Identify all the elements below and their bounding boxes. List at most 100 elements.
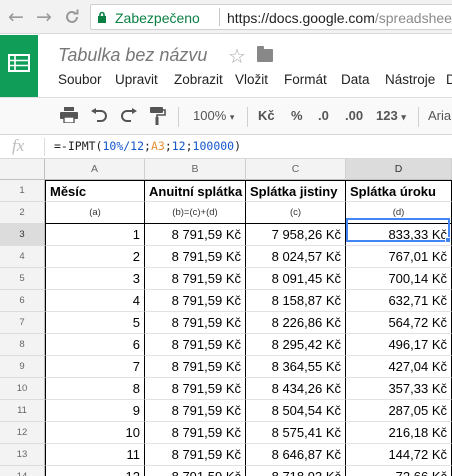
row-header[interactable]: 3 [0,224,45,246]
grid-cell-c5[interactable]: 8 091,45 Kč [246,268,346,290]
grid-cell-d9[interactable]: 427,04 Kč [346,356,452,378]
address-bar[interactable]: Zabezpečeno https://docs.google.com/spre… [90,4,452,30]
grid-cell-c6[interactable]: 8 158,87 Kč [246,290,346,312]
column-header-c[interactable]: C [246,159,346,180]
zoom-select[interactable]: 100% ▾ [193,106,234,127]
grid-cell-b5[interactable]: 8 791,59 Kč [145,268,246,290]
paint-format-button[interactable] [150,107,166,131]
grid-cell-c4[interactable]: 8 024,57 Kč [246,246,346,268]
grid-cell-d7[interactable]: 564,72 Kč [346,312,452,334]
grid-cell-b7[interactable]: 8 791,59 Kč [145,312,246,334]
grid-cell-a7[interactable]: 5 [45,312,145,334]
grid-cell-b4[interactable]: 8 791,59 Kč [145,246,246,268]
menu-more[interactable]: D [446,72,452,87]
row-header[interactable]: 8 [0,334,45,356]
grid-cell-c12[interactable]: 8 575,41 Kč [246,422,346,444]
select-all-corner[interactable] [0,159,45,180]
row-header[interactable]: 9 [0,356,45,378]
menu-file[interactable]: Soubor [58,72,102,87]
star-icon[interactable]: ☆ [228,44,246,68]
grid-cell-d14[interactable]: 72,66 Kč [346,466,452,476]
column-header-a[interactable]: A [45,159,145,180]
grid-cell-d8[interactable]: 496,17 Kč [346,334,452,356]
row-header[interactable]: 12 [0,422,45,444]
font-select[interactable]: Arial [428,106,452,126]
folder-icon[interactable] [257,46,273,62]
grid-cell-a9[interactable]: 7 [45,356,145,378]
grid-cell-b1[interactable]: Anuitní splátka [145,180,246,202]
grid-cell-d11[interactable]: 287,05 Kč [346,400,452,422]
grid-cell-c2[interactable]: (c) [246,202,346,224]
grid-cell-d3[interactable]: 833,33 Kč [346,224,452,246]
menu-data[interactable]: Data [341,72,370,87]
more-formats-button[interactable]: 123 ▾ [376,106,406,127]
currency-format-button[interactable]: Kč [258,106,275,126]
grid-cell-d6[interactable]: 632,71 Kč [346,290,452,312]
menu-insert[interactable]: Vložit [235,72,268,87]
increase-decimals-button[interactable]: .00 [345,106,363,126]
row-header[interactable]: 6 [0,290,45,312]
grid-cell-d13[interactable]: 144,72 Kč [346,444,452,466]
grid-cell-d12[interactable]: 216,18 Kč [346,422,452,444]
row-header[interactable]: 2 [0,202,45,224]
column-header-d[interactable]: D [346,159,452,180]
grid-cell-a10[interactable]: 8 [45,378,145,400]
menu-tools[interactable]: Nástroje [385,72,435,87]
grid-cell-c13[interactable]: 8 646,87 Kč [246,444,346,466]
grid-cell-b3[interactable]: 8 791,59 Kč [145,224,246,246]
row-header[interactable]: 7 [0,312,45,334]
menu-view[interactable]: Zobrazit [174,72,223,87]
grid-cell-a3[interactable]: 1 [45,224,145,246]
reload-button[interactable] [62,7,82,27]
grid-cell-b13[interactable]: 8 791,59 Kč [145,444,246,466]
grid-cell-a13[interactable]: 11 [45,444,145,466]
grid-cell-d1[interactable]: Splátka úroku [346,180,452,202]
row-header[interactable]: 14 [0,466,45,476]
grid-cell-a2[interactable]: (a) [45,202,145,224]
grid-cell-a12[interactable]: 10 [45,422,145,444]
grid-cell-a8[interactable]: 6 [45,334,145,356]
fill-handle[interactable] [445,237,451,243]
grid-cell-a11[interactable]: 9 [45,400,145,422]
percent-format-button[interactable]: % [291,106,303,126]
row-header[interactable]: 4 [0,246,45,268]
row-header[interactable]: 5 [0,268,45,290]
undo-button[interactable] [90,108,108,128]
grid-cell-b10[interactable]: 8 791,59 Kč [145,378,246,400]
grid-cell-c8[interactable]: 8 295,42 Kč [246,334,346,356]
row-header[interactable]: 11 [0,400,45,422]
menu-format[interactable]: Formát [284,72,327,87]
formula-input[interactable]: =-IPMT(10%/12;A3;12;100000) [54,139,241,153]
grid-cell-c11[interactable]: 8 504,54 Kč [246,400,346,422]
grid-cell-d5[interactable]: 700,14 Kč [346,268,452,290]
grid-cell-b6[interactable]: 8 791,59 Kč [145,290,246,312]
decrease-decimals-button[interactable]: .0 [318,106,329,126]
grid-cell-a6[interactable]: 4 [45,290,145,312]
grid-cell-c10[interactable]: 8 434,26 Kč [246,378,346,400]
grid-cell-d2[interactable]: (d) [346,202,452,224]
grid-cell-c7[interactable]: 8 226,86 Kč [246,312,346,334]
document-title[interactable]: Tabulka bez názvu [58,45,207,66]
menu-edit[interactable]: Upravit [115,72,158,87]
grid-cell-b9[interactable]: 8 791,59 Kč [145,356,246,378]
column-header-b[interactable]: B [145,159,246,180]
grid-cell-a14[interactable]: 12 [45,466,145,476]
grid-cell-a4[interactable]: 2 [45,246,145,268]
redo-button[interactable] [120,108,138,128]
sheets-logo[interactable] [0,35,38,97]
back-button[interactable]: ← [6,7,26,27]
grid-cell-b8[interactable]: 8 791,59 Kč [145,334,246,356]
grid-cell-d4[interactable]: 767,01 Kč [346,246,452,268]
row-header[interactable]: 10 [0,378,45,400]
grid-cell-b12[interactable]: 8 791,59 Kč [145,422,246,444]
grid-cell-c1[interactable]: Splátka jistiny [246,180,346,202]
grid-cell-d10[interactable]: 357,33 Kč [346,378,452,400]
print-button[interactable] [60,107,78,129]
row-header[interactable]: 13 [0,444,45,466]
row-header[interactable]: 1 [0,180,45,202]
grid-cell-c9[interactable]: 8 364,55 Kč [246,356,346,378]
grid-cell-b11[interactable]: 8 791,59 Kč [145,400,246,422]
grid-cell-c3[interactable]: 7 958,26 Kč [246,224,346,246]
grid-cell-b14[interactable]: 8 791,59 Kč [145,466,246,476]
forward-button[interactable]: → [34,7,54,27]
